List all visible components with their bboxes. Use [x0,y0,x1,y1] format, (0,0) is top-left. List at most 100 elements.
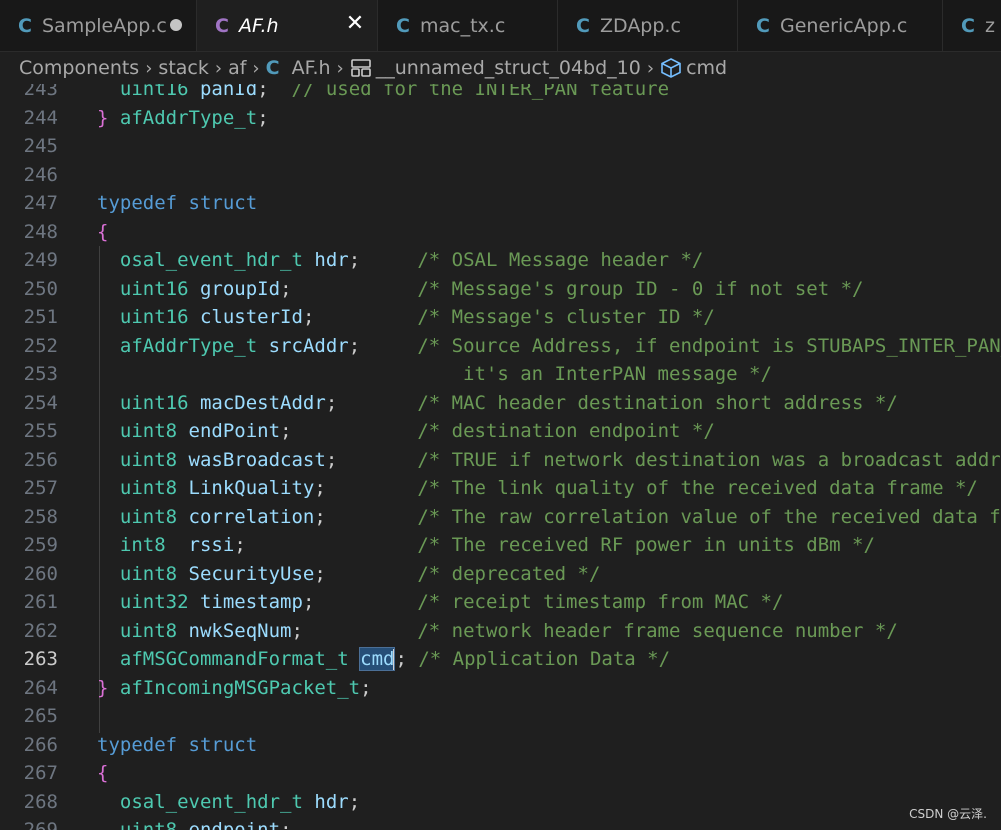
tab-label: AF.h [239,14,279,37]
line-number: 248 [23,220,58,243]
tab-label: GenericApp.c [780,14,908,37]
code-editor[interactable]: 243 uint16 panId; // used for the INTER_… [0,84,1001,830]
breadcrumb-struct-label: __unnamed_struct_04bd_10 [375,57,641,79]
code-line[interactable]: 258 uint8 correlation; /* The raw correl… [0,503,1001,532]
code-line[interactable]: 263 afMSGCommandFormat_t cmd; /* Applica… [0,645,1001,674]
code-text[interactable]: afMSGCommandFormat_t cmd; /* Application… [97,645,670,674]
code-text[interactable]: { [97,218,108,247]
breadcrumb-af[interactable]: af [228,57,246,79]
code-text[interactable]: uint8 wasBroadcast; /* TRUE if network d… [97,446,1001,475]
line-number: 246 [23,163,58,186]
line-number: 245 [23,135,58,157]
code-text[interactable]: uint8 nwkSeqNum; /* network header frame… [97,617,898,646]
c-file-icon: C [756,14,770,37]
line-number: 262 [23,619,58,642]
tab-genericapp-c[interactable]: C GenericApp.c [738,0,943,51]
code-line[interactable]: 250 uint16 groupId; /* Message's group I… [0,275,1001,304]
tab-label: SampleApp.c [42,14,167,37]
code-text[interactable]: uint8 endpoint; [97,816,292,830]
line-number: 265 [23,705,58,727]
code-text[interactable]: osal_event_hdr_t hdr; [97,788,360,817]
code-line[interactable]: 261 uint32 timestamp; /* receipt timesta… [0,588,1001,617]
line-number: 263 [23,648,58,670]
breadcrumb-struct[interactable]: __unnamed_struct_04bd_10 [350,57,641,79]
tab-z[interactable]: C z [943,0,1001,51]
line-number: 267 [23,762,58,784]
tab-label: z [985,14,995,37]
code-text[interactable]: uint32 timestamp; /* receipt timestamp f… [97,588,784,617]
c-file-icon: C [396,14,410,37]
chevron-right-icon: › [214,57,223,79]
code-line[interactable]: 255 uint8 endPoint; /* destination endpo… [0,417,1001,446]
code-line[interactable]: 256 uint8 wasBroadcast; /* TRUE if netwo… [0,446,1001,475]
breadcrumb-components[interactable]: Components [19,57,139,79]
breadcrumb-file-label: AF.h [291,57,331,79]
code-line[interactable]: 253 it's an InterPAN message */ [0,360,1001,389]
code-line[interactable]: 265 [0,702,1001,731]
breadcrumb: Components › stack › af › C AF.h › __unn… [0,52,1001,84]
code-line[interactable]: 267 { [0,759,1001,788]
breadcrumb-field[interactable]: cmd [660,57,727,79]
code-text[interactable]: uint16 groupId; /* Message's group ID - … [97,275,864,304]
c-header-file-icon: C [265,57,280,79]
code-line[interactable]: 247 typedef struct [0,189,1001,218]
code-text[interactable]: uint8 LinkQuality; /* The link quality o… [97,474,978,503]
code-text[interactable]: osal_event_hdr_t hdr; /* OSAL Message he… [97,246,703,275]
tab-sampleapp-c[interactable]: C SampleApp.c [0,0,197,51]
tab-zdapp-c[interactable]: C ZDApp.c [558,0,738,51]
code-line[interactable]: 262 uint8 nwkSeqNum; /* network header f… [0,617,1001,646]
code-line[interactable]: 268 osal_event_hdr_t hdr; [0,788,1001,817]
code-text[interactable]: it's an InterPAN message */ [97,360,772,389]
code-text[interactable]: typedef struct [97,189,257,218]
line-number: 269 [23,819,58,830]
code-line[interactable]: 252 afAddrType_t srcAddr; /* Source Addr… [0,332,1001,361]
code-line[interactable]: 257 uint8 LinkQuality; /* The link quali… [0,474,1001,503]
code-text[interactable]: int8 rssi; /* The received RF power in u… [97,531,875,560]
unsaved-dot-icon[interactable] [170,19,182,31]
line-number: 252 [23,334,58,357]
code-text[interactable]: } afIncomingMSGPacket_t; [97,674,372,703]
code-line[interactable]: 260 uint8 SecurityUse; /* deprecated */ [0,560,1001,589]
code-text[interactable]: { [97,759,108,788]
code-line[interactable]: 246 [0,161,1001,190]
breadcrumb-file[interactable]: C AF.h [266,57,331,79]
code-text[interactable]: uint8 endPoint; /* destination endpoint … [97,417,715,446]
breadcrumb-stack[interactable]: stack [158,57,208,79]
code-text[interactable]: uint8 SecurityUse; /* deprecated */ [97,560,601,589]
code-text[interactable]: afAddrType_t srcAddr; /* Source Address,… [97,332,1001,361]
line-number: 255 [23,420,58,442]
code-text[interactable]: uint16 clusterId; /* Message's cluster I… [97,303,715,332]
code-line[interactable]: 269 uint8 endpoint; [0,816,1001,830]
code-line[interactable]: 244} afAddrType_t; [0,104,1001,133]
code-line[interactable]: 243 uint16 panId; // used for the INTER_… [0,84,1001,104]
tab-af-h[interactable]: C AF.h ✕ [197,0,378,51]
code-text[interactable]: uint16 macDestAddr; /* MAC header destin… [97,389,898,418]
c-file-icon: C [576,14,590,37]
line-number: 243 [23,84,58,100]
code-line[interactable]: 251 uint16 clusterId; /* Message's clust… [0,303,1001,332]
code-line[interactable]: 249 osal_event_hdr_t hdr; /* OSAL Messag… [0,246,1001,275]
code-lines: 243 uint16 panId; // used for the INTER_… [0,84,1001,830]
code-text[interactable]: } afAddrType_t; [97,104,269,133]
code-line[interactable]: 266 typedef struct [0,731,1001,760]
line-number: 247 [23,192,58,214]
code-text[interactable]: typedef struct [97,731,257,760]
tab-mac-tx-c[interactable]: C mac_tx.c [378,0,558,51]
code-line[interactable]: 264 } afIncomingMSGPacket_t; [0,674,1001,703]
chevron-right-icon: › [145,57,153,79]
line-number: 260 [23,562,58,585]
code-text[interactable]: uint16 panId; // used for the INTER_PAN … [97,84,669,104]
close-icon[interactable]: ✕ [345,12,365,36]
code-line[interactable]: 259 int8 rssi; /* The received RF power … [0,531,1001,560]
line-number: 250 [23,277,58,300]
breadcrumb-field-label: cmd [686,57,728,79]
c-file-icon: C [18,14,32,37]
code-line[interactable]: 254 uint16 macDestAddr; /* MAC header de… [0,389,1001,418]
watermark: CSDN @云泽. [909,807,987,821]
code-line[interactable]: 245 [0,132,1001,161]
chevron-right-icon: › [252,57,260,79]
code-line[interactable]: 248 { [0,218,1001,247]
line-number: 257 [23,477,58,499]
code-text[interactable]: uint8 correlation; /* The raw correlatio… [97,503,1001,532]
line-number: 264 [23,676,58,699]
